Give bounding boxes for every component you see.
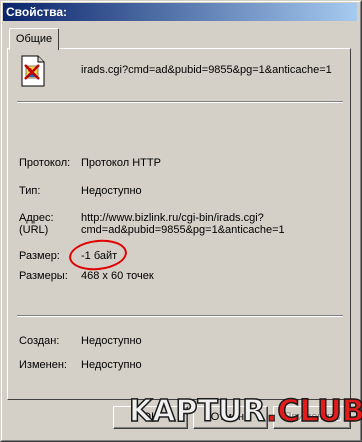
type-label: Тип: bbox=[19, 185, 41, 197]
size-label: Размер: bbox=[19, 250, 60, 262]
address-label: Адрес: bbox=[19, 212, 54, 224]
address-value-line2: cmd=ad&pubid=9855&pg=1&anticache=1 bbox=[81, 224, 285, 236]
modified-label: Изменен: bbox=[19, 359, 67, 371]
protocol-label: Протокол: bbox=[19, 157, 71, 169]
divider-top bbox=[17, 101, 343, 103]
address-label-url: (URL) bbox=[19, 224, 49, 236]
watermark-kaptur: KAPTUR bbox=[128, 394, 266, 430]
watermark-club: CLUB bbox=[277, 394, 362, 430]
broken-image-file-icon bbox=[21, 55, 45, 87]
window-title: Свойства: bbox=[6, 5, 68, 19]
modified-value: Недоступно bbox=[81, 359, 142, 371]
address-value-line1: http://www.bizlink.ru/cgi-bin/irads.cgi? bbox=[81, 212, 264, 224]
watermark-dot: . bbox=[265, 394, 278, 429]
created-value: Недоступно bbox=[81, 335, 142, 347]
kaptur-club-watermark: KAPTUR.CLUB bbox=[128, 394, 362, 430]
type-value: Недоступно bbox=[81, 185, 142, 197]
dimensions-label: Размеры: bbox=[19, 270, 68, 282]
tab-general-label: Общие bbox=[15, 33, 53, 45]
tab-general[interactable]: Общие bbox=[9, 28, 59, 50]
created-label: Создан: bbox=[19, 335, 60, 347]
properties-dialog: Свойства: Общие irads.cgi?cmd=ad&pubid=9… bbox=[0, 0, 362, 442]
protocol-value: Протокол HTTP bbox=[81, 157, 161, 169]
title-bar[interactable]: Свойства: bbox=[3, 3, 357, 21]
dimensions-value: 468 x 60 точек bbox=[81, 270, 154, 282]
divider-bottom bbox=[17, 315, 343, 317]
file-name: irads.cgi?cmd=ad&pubid=9855&pg=1&anticac… bbox=[81, 64, 332, 76]
